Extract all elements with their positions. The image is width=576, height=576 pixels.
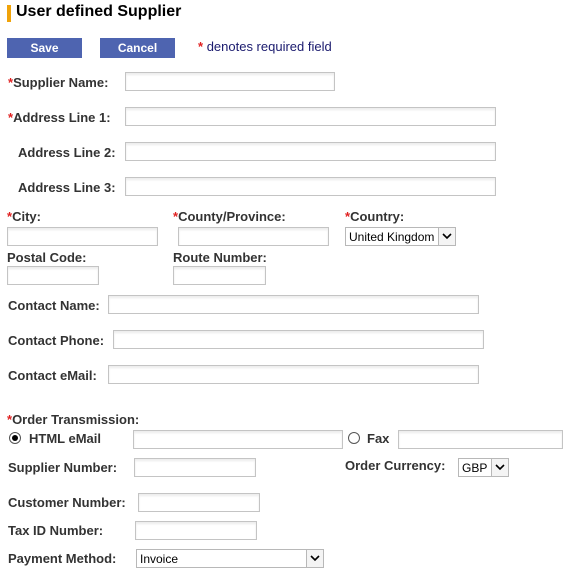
address-line-3-input[interactable]: [125, 177, 496, 196]
contact-name-input[interactable]: [108, 295, 479, 314]
supplier-number-input[interactable]: [134, 458, 256, 477]
contact-phone-input[interactable]: [113, 330, 484, 349]
address-line-2-label: Address Line 2:: [18, 145, 116, 160]
chevron-down-icon[interactable]: [306, 550, 323, 567]
contact-phone-label: Contact Phone:: [8, 333, 105, 348]
chevron-down-icon[interactable]: [438, 228, 455, 245]
fax-label: Fax: [367, 431, 390, 446]
customer-number-input[interactable]: [138, 493, 260, 512]
address-line-2-input[interactable]: [125, 142, 496, 161]
country-label: *Country:: [345, 209, 404, 224]
save-button[interactable]: Save: [7, 38, 82, 58]
order-currency-label: Order Currency:: [345, 458, 446, 473]
postal-code-label: Postal Code:: [7, 250, 87, 265]
tax-id-number-input[interactable]: [135, 521, 257, 540]
supplier-name-label-text: Supplier Name:: [13, 75, 109, 90]
county-label: *County/Province:: [173, 209, 286, 224]
country-select[interactable]: United Kingdom: [345, 227, 456, 246]
order-currency-value: GBP: [462, 460, 488, 475]
route-number-label: Route Number:: [173, 250, 267, 265]
page-title: User defined Supplier: [16, 3, 182, 20]
city-label: *City:: [7, 209, 41, 224]
address-line-1-label-text: Address Line 1:: [13, 110, 111, 125]
order-currency-select[interactable]: GBP: [458, 458, 509, 477]
html-email-input[interactable]: [133, 430, 343, 449]
title-accent-bar: [7, 5, 11, 22]
payment-method-select[interactable]: Invoice: [136, 549, 324, 568]
order-transmission-label: *Order Transmission:: [7, 412, 139, 427]
payment-method-label: Payment Method:: [8, 551, 117, 566]
city-label-text: City:: [12, 209, 41, 224]
html-email-radio[interactable]: [9, 432, 21, 444]
country-label-text: Country:: [350, 209, 405, 224]
city-input[interactable]: [7, 227, 158, 246]
contact-email-input[interactable]: [108, 365, 479, 384]
supplier-name-label: *Supplier Name:: [8, 75, 108, 90]
postal-code-input[interactable]: [7, 266, 99, 285]
county-input[interactable]: [178, 227, 329, 246]
address-line-1-input[interactable]: [125, 107, 496, 126]
contact-email-label: Contact eMail:: [8, 368, 97, 383]
supplier-number-label: Supplier Number:: [8, 460, 118, 475]
contact-name-label: Contact Name:: [8, 298, 100, 313]
route-number-input[interactable]: [173, 266, 266, 285]
required-note-text: denotes required field: [206, 39, 332, 54]
address-line-3-label: Address Line 3:: [18, 180, 116, 195]
required-note: * denotes required field: [198, 39, 332, 54]
country-select-value: United Kingdom: [349, 229, 435, 244]
chevron-down-icon[interactable]: [491, 459, 508, 476]
order-transmission-label-text: Order Transmission:: [12, 412, 140, 427]
html-email-label: HTML eMail: [29, 431, 101, 446]
county-label-text: County/Province:: [178, 209, 286, 224]
fax-input[interactable]: [398, 430, 563, 449]
required-star: *: [198, 39, 204, 54]
address-line-1-label: *Address Line 1:: [8, 110, 111, 125]
customer-number-label: Customer Number:: [8, 495, 126, 510]
cancel-button[interactable]: Cancel: [100, 38, 175, 58]
payment-method-value: Invoice: [140, 551, 179, 566]
tax-id-number-label: Tax ID Number:: [8, 523, 104, 538]
fax-radio[interactable]: [348, 432, 360, 444]
supplier-name-input[interactable]: [125, 72, 335, 91]
